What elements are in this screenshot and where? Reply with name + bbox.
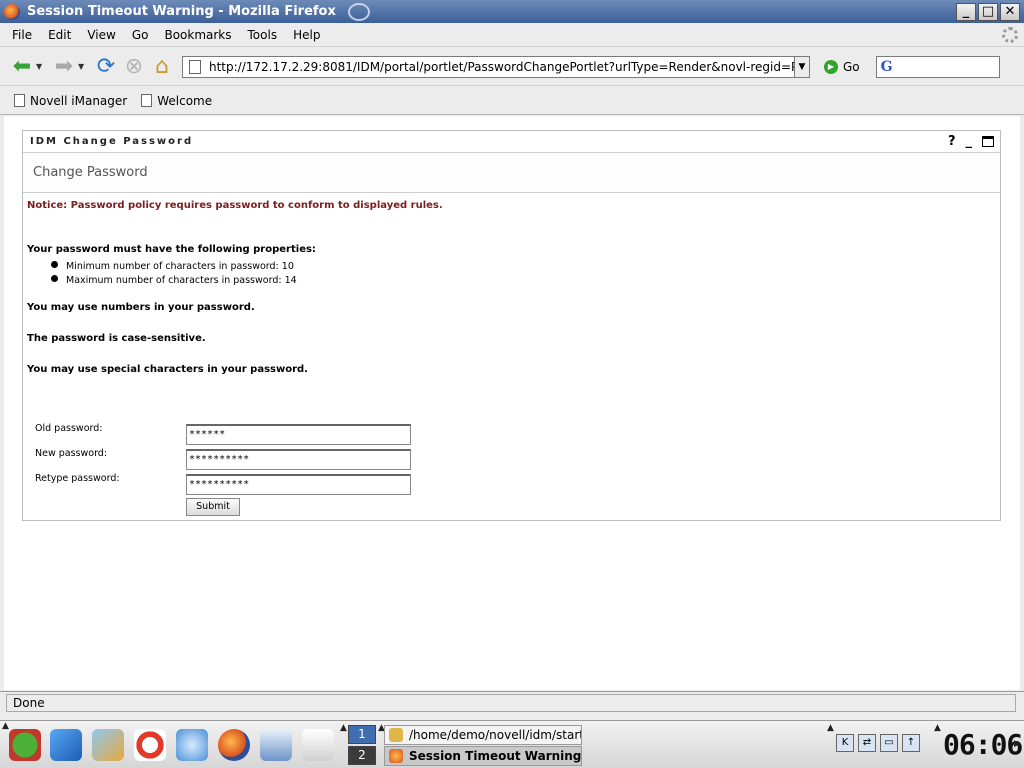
panel-hide-arrow-icon[interactable]: ▲ <box>2 721 9 731</box>
minimize-button[interactable]: _ <box>956 2 976 21</box>
help-center-icon[interactable] <box>134 729 166 761</box>
submit-button[interactable]: Submit <box>186 498 240 516</box>
task-terminal[interactable]: /home/demo/novell/idm/start-jboss.sh <box>384 725 582 745</box>
task-firefox[interactable]: Session Timeout Warning - Mozilla Firefo… <box>384 746 582 766</box>
panel-collapse-icon[interactable]: ▶ <box>1014 739 1021 749</box>
pager-desktop-1[interactable]: 1 <box>348 725 376 744</box>
go-button[interactable]: ▶ Go <box>824 59 860 74</box>
url-history-dropdown[interactable]: ▼ <box>794 55 810 78</box>
back-arrow-icon: ⬅ <box>12 54 32 79</box>
list-item: Minimum number of characters in password… <box>51 259 297 273</box>
bullet-icon <box>51 274 58 282</box>
system-tray: K ⇄ ▭ ↑ <box>836 734 920 752</box>
clock[interactable]: 06:06 <box>943 727 1023 763</box>
list-item: Maximum number of characters in password… <box>51 273 297 287</box>
forward-history-dropdown[interactable]: ▼ <box>78 62 88 71</box>
change-password-portlet: IDM Change Password ? _ Change Password … <box>22 130 1001 521</box>
rule-special-chars: You may use special characters in your p… <box>27 364 308 375</box>
kde-swirl-icon <box>347 2 370 21</box>
reload-icon: ⟳ <box>96 54 116 79</box>
google-search-icon[interactable]: G <box>881 59 893 75</box>
rule-case-sensitive: The password is case-sensitive. <box>27 333 206 344</box>
page-icon <box>14 94 25 107</box>
menu-edit[interactable]: Edit <box>40 28 79 42</box>
clock-arrow-icon[interactable]: ▲ <box>934 723 941 733</box>
status-text: Done <box>6 693 1016 712</box>
rule-numbers: You may use numbers in your password. <box>27 302 255 313</box>
old-password-field[interactable]: ****** <box>186 424 411 445</box>
desktop-icon[interactable] <box>92 729 124 761</box>
window-title: Session Timeout Warning - Mozilla Firefo… <box>27 4 336 19</box>
retype-password-label: Retype password: <box>35 473 120 484</box>
mysql-icon[interactable] <box>260 729 292 761</box>
retype-password-field[interactable]: ********** <box>186 474 411 495</box>
pager-desktop-2[interactable]: 2 <box>348 746 376 765</box>
close-button[interactable]: ✕ <box>1000 2 1020 21</box>
menu-tools[interactable]: Tools <box>240 28 286 42</box>
home-icon: ⌂ <box>155 54 169 79</box>
forward-arrow-icon: ➡ <box>54 54 74 79</box>
maximize-portlet-icon[interactable] <box>982 136 994 147</box>
jboss-icon[interactable] <box>302 729 334 761</box>
menu-file[interactable]: File <box>4 28 40 42</box>
policy-notice: Notice: Password policy requires passwor… <box>27 200 443 211</box>
throbber-icon <box>1002 26 1018 43</box>
klipper-icon[interactable]: K <box>836 734 854 752</box>
window-titlebar[interactable]: Session Timeout Warning - Mozilla Firefo… <box>0 0 1024 23</box>
firefox-launcher-icon[interactable] <box>218 729 250 761</box>
minimize-portlet-icon[interactable]: _ <box>966 134 973 149</box>
navigation-toolbar: ⬅ ▼ ➡ ▼ ⟳ ⊗ ⌂ ▼ ▶ Go G <box>0 48 1024 86</box>
home-button[interactable]: ⌂ <box>148 53 176 81</box>
display-icon[interactable]: ▭ <box>880 734 898 752</box>
tray-arrow-icon[interactable]: ▲ <box>827 723 834 733</box>
properties-heading: Your password must have the following pr… <box>27 244 316 255</box>
bullet-icon <box>51 260 58 268</box>
page-icon <box>189 59 201 74</box>
menu-help[interactable]: Help <box>285 28 328 42</box>
help-icon[interactable]: ? <box>948 134 956 149</box>
new-password-label: New password: <box>35 448 108 459</box>
terminal-icon <box>389 728 403 742</box>
bookmark-welcome[interactable]: Welcome <box>141 94 212 108</box>
panel-arrow-icon[interactable]: ▲ <box>340 723 347 733</box>
password-rules-list: Minimum number of characters in password… <box>51 259 297 287</box>
forward-button[interactable]: ➡ <box>50 53 78 81</box>
status-bar: Done <box>0 691 1024 713</box>
stop-icon: ⊗ <box>124 54 144 79</box>
home-folder-icon[interactable] <box>50 729 82 761</box>
network-icon[interactable] <box>176 729 208 761</box>
url-input[interactable] <box>209 59 794 74</box>
menu-view[interactable]: View <box>79 28 123 42</box>
menu-bar: File Edit View Go Bookmarks Tools Help <box>0 23 1024 47</box>
kde-menu-icon[interactable] <box>9 729 41 761</box>
new-password-field[interactable]: ********** <box>186 449 411 470</box>
bookmark-novell-imanager[interactable]: Novell iManager <box>14 94 127 108</box>
go-label: Go <box>843 59 860 74</box>
search-box[interactable]: G <box>875 55 1000 78</box>
page-title: Change Password <box>23 153 1000 193</box>
portlet-title: IDM Change Password <box>30 136 194 147</box>
reload-button[interactable]: ⟳ <box>92 53 120 81</box>
firefox-icon <box>389 749 403 763</box>
maximize-button[interactable]: □ <box>978 2 998 21</box>
url-bar[interactable]: ▼ <box>182 55 810 78</box>
old-password-label: Old password: <box>35 423 103 434</box>
update-icon[interactable]: ↑ <box>902 734 920 752</box>
page-content: IDM Change Password ? _ Change Password … <box>4 116 1020 690</box>
portlet-header: IDM Change Password ? _ <box>23 131 1000 153</box>
page-icon <box>141 94 153 107</box>
menu-go[interactable]: Go <box>124 28 157 42</box>
kde-taskbar: ▲ ▲ 1 2 ▲ /home/demo/novell/idm/start-jb… <box>0 720 1024 768</box>
desktop-pager: 1 2 <box>348 725 376 767</box>
stop-button[interactable]: ⊗ <box>120 53 148 81</box>
firefox-icon <box>4 3 20 20</box>
go-arrow-icon: ▶ <box>824 59 838 74</box>
network-status-icon[interactable]: ⇄ <box>858 734 876 752</box>
bookmarks-toolbar: Novell iManager Welcome <box>0 87 1024 115</box>
menu-bookmarks[interactable]: Bookmarks <box>156 28 239 42</box>
back-button[interactable]: ⬅ <box>8 53 36 81</box>
back-history-dropdown[interactable]: ▼ <box>36 62 46 71</box>
